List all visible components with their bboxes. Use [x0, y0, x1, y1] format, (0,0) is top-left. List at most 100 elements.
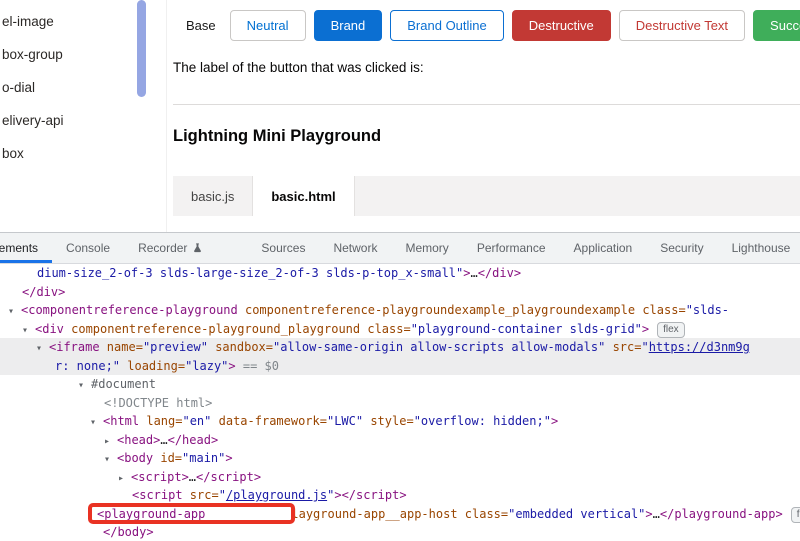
devtools-tab-performance[interactable]: Performance [463, 233, 560, 263]
syntax-token: src= [183, 488, 219, 502]
example-button-base[interactable]: Base [180, 10, 222, 41]
syntax-token: <script> [131, 470, 189, 484]
syntax-token: lang= [139, 414, 182, 428]
syntax-token: loading= [120, 359, 185, 373]
dom-tree-line[interactable]: <script src="/playground.js"></script> [0, 486, 800, 505]
example-button-brand-outline[interactable]: Brand Outline [390, 10, 504, 41]
syntax-token: … [471, 266, 478, 280]
clicked-label-text: The label of the button that was clicked… [173, 60, 424, 75]
syntax-token: > [334, 488, 341, 502]
syntax-token: <body [117, 451, 153, 465]
expand-arrow-down-icon[interactable]: ▾ [8, 303, 21, 322]
syntax-token: <componentreference-playground [21, 303, 238, 317]
example-button-success[interactable]: Success [753, 10, 800, 41]
browser-window: el-imagebox-groupo-dialelivery-apibox Ba… [0, 0, 800, 541]
dom-tree-line[interactable]: r: none;" loading="lazy"> == $0 [0, 357, 800, 376]
devtools-tab-memory[interactable]: Memory [391, 233, 462, 263]
example-button-destructive[interactable]: Destructive [512, 10, 611, 41]
example-button-destructive-text[interactable]: Destructive Text [619, 10, 745, 41]
dom-tree-line[interactable]: <playground-applayground-app__app-host c… [0, 505, 800, 524]
devtools-tab-label: Performance [477, 241, 546, 255]
dom-tree-line[interactable]: </div> [0, 283, 800, 302]
flex-badge[interactable]: flex [791, 507, 800, 523]
syntax-token: … [653, 507, 660, 521]
devtools-tab-application[interactable]: Application [560, 233, 647, 263]
syntax-token: … [189, 470, 196, 484]
expand-arrow-down-icon[interactable]: ▾ [78, 377, 91, 396]
expand-arrow-right-icon[interactable]: ▸ [118, 470, 131, 489]
dom-tree-line[interactable]: ▾<componentreference-playground componen… [0, 301, 800, 320]
dom-tree-line[interactable]: ▸<head>…</head> [0, 431, 800, 450]
devtools-tab-label: Security [660, 241, 703, 255]
syntax-token: </div> [478, 266, 521, 280]
dom-tree-line[interactable]: ▾<div componentreference-playground_play… [0, 320, 800, 339]
devtools-tab-network[interactable]: Network [319, 233, 391, 263]
syntax-token: componentreference-playground_playground [64, 322, 360, 336]
expand-arrow-down-icon[interactable]: ▾ [22, 322, 35, 341]
syntax-token: "playground-container slds-grid" [411, 322, 642, 336]
attribute-link[interactable]: /playground.js [226, 488, 327, 502]
syntax-token: "en" [182, 414, 211, 428]
playground-title: Lightning Mini Playground [173, 127, 381, 146]
dom-tree: dium-size_2-of-3 slds-large-size_2-of-3 … [0, 264, 800, 541]
dom-tree-line[interactable]: ▾<body id="main"> [0, 449, 800, 468]
syntax-token: <head> [117, 433, 160, 447]
syntax-token: … [160, 433, 167, 447]
syntax-token: "slds- [686, 303, 729, 317]
sidebar-item-elivery-api[interactable]: elivery-api [0, 104, 166, 137]
devtools-tab-bar: Elements Console Recorder Sources Network Mem… [0, 233, 800, 264]
syntax-token: > [225, 451, 232, 465]
sidebar-scrollbar-thumb[interactable] [137, 0, 146, 97]
dom-tree-line[interactable]: ▾<html lang="en" data-framework="LWC" st… [0, 412, 800, 431]
devtools-tab-sources[interactable]: Sources [247, 233, 319, 263]
expand-arrow-down-icon[interactable]: ▾ [90, 414, 103, 433]
devtools-tab-security[interactable]: Security [646, 233, 717, 263]
attribute-link[interactable]: https://d3nm9g [649, 340, 750, 354]
sidebar-item-box[interactable]: box [0, 137, 166, 170]
syntax-token: "allow-same-origin allow-scripts allow-m… [273, 340, 605, 354]
syntax-token: > [228, 359, 235, 373]
syntax-token: sandbox= [208, 340, 273, 354]
dom-tree-line[interactable]: ▸<script>…</script> [0, 468, 800, 487]
example-content: Base Neutral BrandBrand Outline Destructive… [173, 0, 800, 232]
devtools-tab-console[interactable]: Console [52, 233, 124, 263]
devtools-tab-label: Application [574, 241, 633, 255]
syntax-token: "lazy" [185, 359, 228, 373]
devtools-tab-label: Sources [261, 241, 305, 255]
playground-tabs: basic.jsbasic.html [173, 176, 800, 216]
dom-tree-line[interactable]: ▾#document [0, 375, 800, 394]
devtools-tab-recorder[interactable]: Recorder [124, 233, 217, 263]
devtools-tab-elements[interactable]: Elements [0, 233, 52, 263]
syntax-token: "preview" [143, 340, 208, 354]
devtools-tab-label: Network [333, 241, 377, 255]
devtools-tab-label: Console [66, 241, 110, 255]
example-button-brand[interactable]: Brand [314, 10, 383, 41]
syntax-token: == $0 [236, 359, 279, 373]
syntax-token: class= [635, 303, 686, 317]
playground-tab-basic.html[interactable]: basic.html [253, 176, 354, 216]
syntax-token: class= [360, 322, 411, 336]
syntax-token: > [551, 414, 558, 428]
dom-tree-line[interactable]: </body> [0, 523, 800, 541]
syntax-token: class= [458, 507, 509, 521]
syntax-token: </script> [196, 470, 261, 484]
playground-tab-basic.js[interactable]: basic.js [173, 176, 253, 216]
experiment-flask-icon [192, 242, 203, 254]
component-reference-page: el-imagebox-groupo-dialelivery-apibox Ba… [0, 0, 800, 232]
dom-tree-line[interactable]: dium-size_2-of-3 slds-large-size_2-of-3 … [0, 264, 800, 283]
syntax-token: </head> [168, 433, 219, 447]
syntax-token: dium-size_2-of-3 slds-large-size_2-of-3 … [37, 266, 463, 280]
syntax-token: "main" [182, 451, 225, 465]
syntax-token: </body> [103, 525, 154, 539]
dom-tree-line[interactable]: ▾<iframe name="preview" sandbox="allow-s… [0, 338, 800, 357]
devtools-tab-lighthouse[interactable]: Lighthouse [718, 233, 800, 263]
expand-arrow-down-icon[interactable]: ▾ [36, 340, 49, 359]
example-button-neutral[interactable]: Neutral [230, 10, 306, 41]
devtools-tab-label: Memory [405, 241, 448, 255]
expand-arrow-down-icon[interactable]: ▾ [104, 451, 117, 470]
annotation-highlight-box: <playground-app [97, 507, 291, 521]
flex-badge[interactable]: flex [657, 322, 685, 338]
devtools-tab-label: Recorder [138, 241, 187, 255]
dom-tree-line[interactable]: <!DOCTYPE html> [0, 394, 800, 413]
devtools-tab-label: Lighthouse [732, 241, 791, 255]
